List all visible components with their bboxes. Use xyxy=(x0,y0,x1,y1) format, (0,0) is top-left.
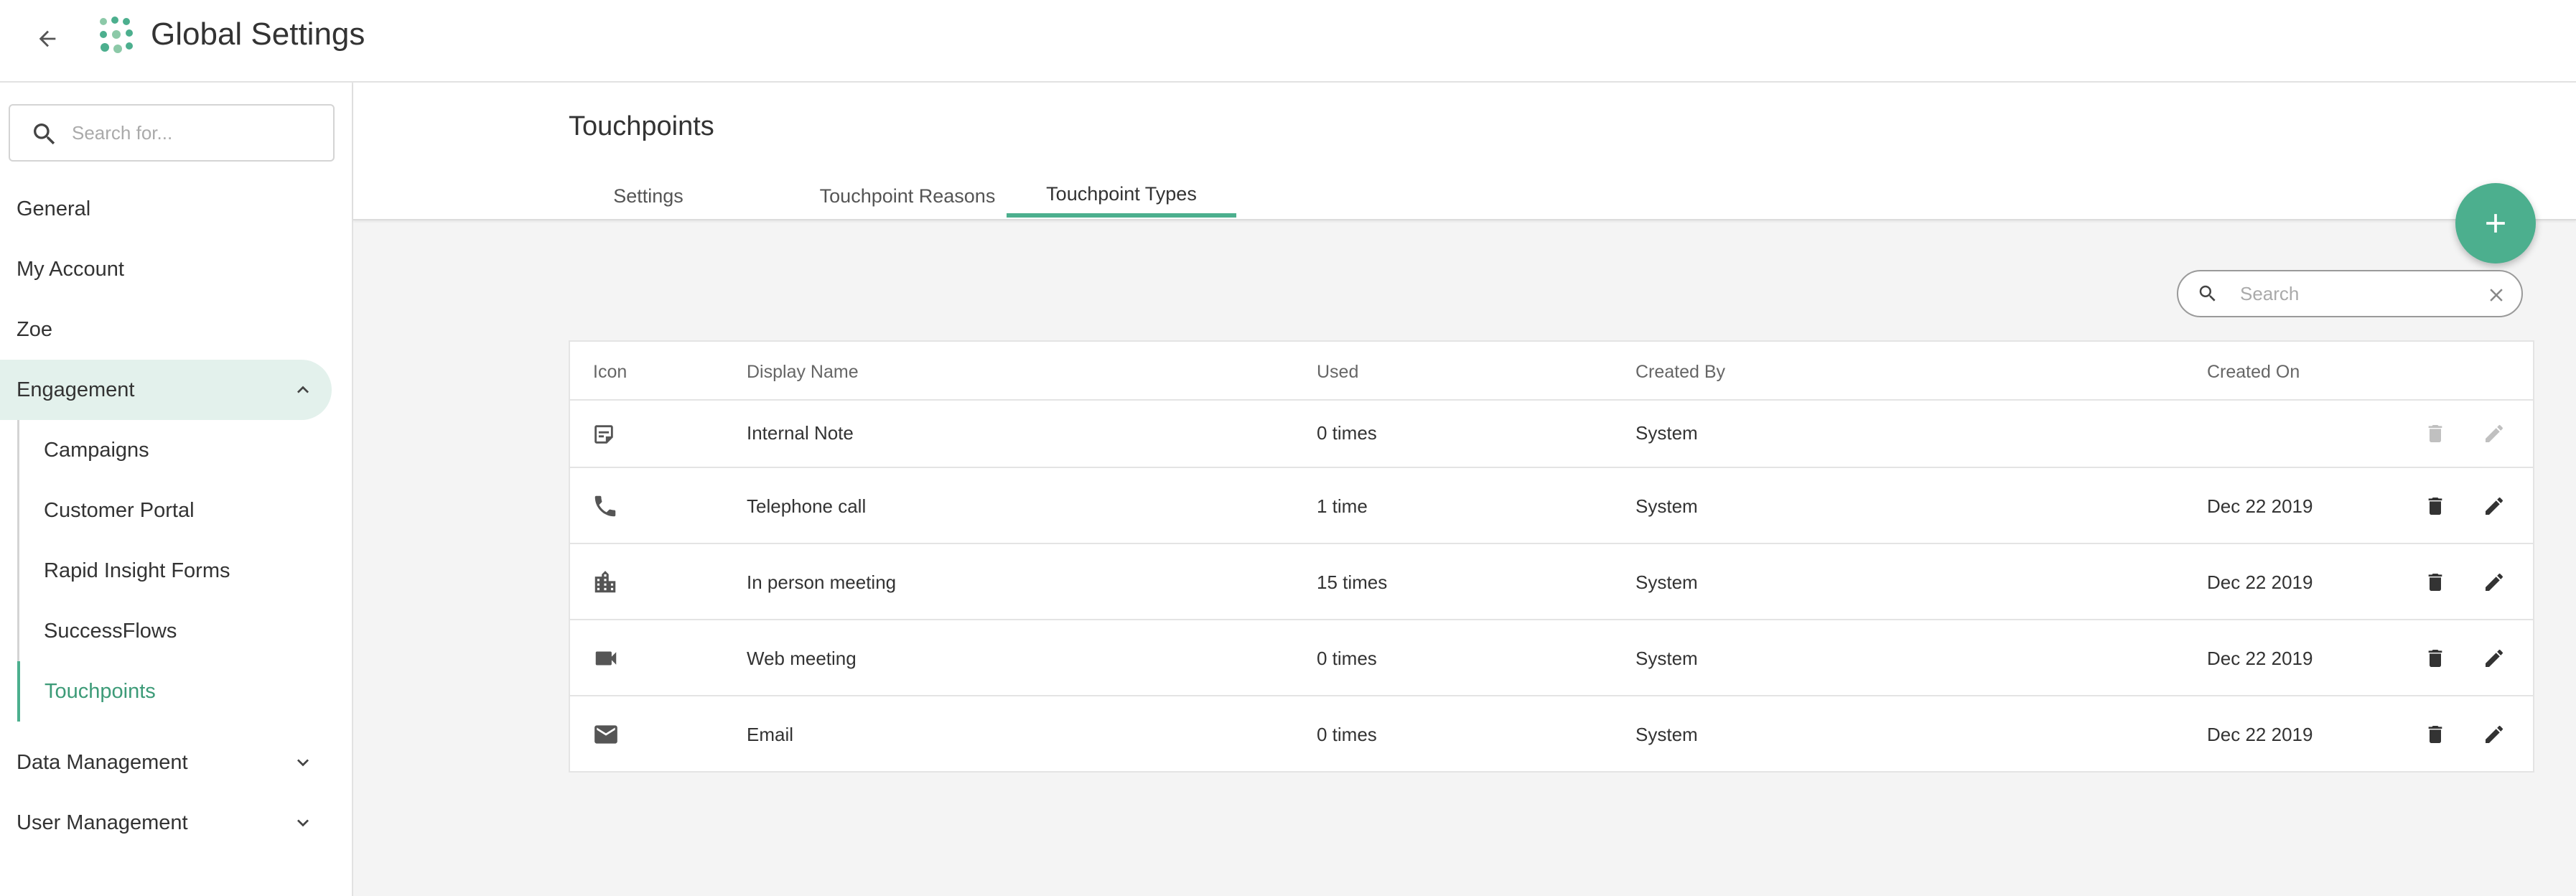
phone-icon xyxy=(594,495,616,517)
sidebar-item-label: Customer Portal xyxy=(44,498,195,522)
row-display-name: In person meeting xyxy=(747,571,897,593)
sidebar-item-general[interactable]: General xyxy=(0,179,332,239)
add-touchpoint-type-button[interactable] xyxy=(2455,183,2536,263)
sidebar-item-label: Rapid Insight Forms xyxy=(44,559,230,582)
email-icon xyxy=(594,725,617,744)
sidebar-item-label: Zoe xyxy=(17,317,52,341)
page-title: Global Settings xyxy=(151,17,365,52)
edit-icon xyxy=(2486,424,2503,442)
row-display-name: Telephone call xyxy=(747,495,867,517)
row-display-name: Email xyxy=(747,724,794,745)
chevron-down-icon xyxy=(297,819,309,827)
section-title: Touchpoints xyxy=(569,111,714,141)
row-display-name: Internal Note xyxy=(747,422,854,444)
note-icon xyxy=(594,425,613,444)
sidebar-item-campaigns[interactable]: Campaigns xyxy=(17,420,333,480)
sidebar: General My Account Zoe Engagement Campai… xyxy=(0,83,353,896)
sidebar-item-data-management[interactable]: Data Management xyxy=(0,732,332,793)
sidebar-item-engagement[interactable]: Engagement xyxy=(0,360,332,420)
arrow-back-icon xyxy=(39,30,56,47)
sidebar-item-zoe[interactable]: Zoe xyxy=(0,299,332,360)
tab-settings[interactable]: Settings xyxy=(569,174,728,218)
clear-search-icon[interactable] xyxy=(2486,284,2507,306)
back-button[interactable] xyxy=(27,19,67,59)
touchpoint-types-table: Icon Display Name Used Created By Create… xyxy=(569,340,2534,773)
plus-icon xyxy=(2486,214,2505,233)
sidebar-item-label: User Management xyxy=(17,811,188,834)
search-icon xyxy=(2199,285,2216,302)
sidebar-item-label: My Account xyxy=(17,257,124,281)
tab-touchpoint-reasons[interactable]: Touchpoint Reasons xyxy=(800,174,1015,218)
delete-icon[interactable] xyxy=(2424,647,2447,670)
sidebar-item-rapid-insight-forms[interactable]: Rapid Insight Forms xyxy=(17,541,333,601)
sidebar-item-label: Campaigns xyxy=(44,438,149,462)
row-used: 0 times xyxy=(1317,422,1377,444)
table-search xyxy=(2177,270,2523,317)
tab-label: Touchpoint Types xyxy=(1046,182,1197,205)
row-used: 0 times xyxy=(1317,724,1377,745)
row-created-by: System xyxy=(1635,648,1698,669)
tab-label: Settings xyxy=(613,185,683,207)
sidebar-search-input[interactable] xyxy=(72,116,323,150)
column-header-created-by: Created By xyxy=(1635,362,1726,382)
sidebar-search xyxy=(9,104,335,162)
sidebar-item-label: General xyxy=(17,197,91,220)
video-camera-icon xyxy=(595,651,617,666)
row-created-on: Dec 22 2019 xyxy=(2207,495,2313,517)
tab-bar: Touchpoints Settings Touchpoint Reasons … xyxy=(353,83,2576,220)
row-created-by: System xyxy=(1635,724,1698,745)
edit-icon[interactable] xyxy=(2483,495,2506,518)
sidebar-item-user-management[interactable]: User Management xyxy=(0,793,332,853)
app-header: Global Settings xyxy=(0,0,2576,83)
column-header-created-on: Created On xyxy=(2207,362,2300,382)
app-logo-icon xyxy=(100,17,133,53)
tab-label: Touchpoint Reasons xyxy=(819,185,996,207)
row-created-on: Dec 22 2019 xyxy=(2207,648,2313,669)
sidebar-item-label: Data Management xyxy=(17,750,188,774)
table-header: Icon Display Name Used Created By Create… xyxy=(570,342,2533,401)
table-row: Telephone call 1 time System Dec 22 2019 xyxy=(570,468,2533,544)
edit-icon[interactable] xyxy=(2483,647,2506,670)
sidebar-item-label: SuccessFlows xyxy=(44,619,177,643)
delete-icon[interactable] xyxy=(2424,723,2447,746)
sidebar-item-label: Engagement xyxy=(17,378,135,401)
row-used: 1 time xyxy=(1317,495,1368,517)
edit-icon[interactable] xyxy=(2483,723,2506,746)
table-row: Email 0 times System Dec 22 2019 xyxy=(570,696,2533,773)
sidebar-item-label: Touchpoints xyxy=(45,679,156,703)
table-row: In person meeting 15 times System Dec 22… xyxy=(570,544,2533,620)
column-header-icon: Icon xyxy=(593,362,627,382)
sidebar-item-successflows[interactable]: SuccessFlows xyxy=(17,601,333,661)
sidebar-item-customer-portal[interactable]: Customer Portal xyxy=(17,480,333,541)
row-created-by: System xyxy=(1635,571,1698,593)
delete-icon xyxy=(2428,425,2442,442)
tab-touchpoint-types[interactable]: Touchpoint Types xyxy=(1007,174,1236,218)
table-row: Web meeting 0 times System Dec 22 2019 xyxy=(570,620,2533,696)
chevron-down-icon xyxy=(297,759,309,767)
search-icon xyxy=(34,123,55,145)
sidebar-item-touchpoints[interactable]: Touchpoints xyxy=(17,661,333,722)
chevron-up-icon xyxy=(297,386,309,393)
sidebar-item-my-account[interactable]: My Account xyxy=(0,239,332,299)
column-header-used: Used xyxy=(1317,362,1359,382)
row-created-by: System xyxy=(1635,422,1698,444)
row-created-on: Dec 22 2019 xyxy=(2207,724,2313,745)
main-content: Touchpoints Settings Touchpoint Reasons … xyxy=(353,83,2576,896)
table-search-input[interactable] xyxy=(2240,279,2477,309)
table-row: Internal Note 0 times System xyxy=(570,401,2533,468)
row-used: 0 times xyxy=(1317,648,1377,669)
delete-icon[interactable] xyxy=(2424,495,2447,518)
delete-icon[interactable] xyxy=(2424,571,2447,594)
row-created-on: Dec 22 2019 xyxy=(2207,571,2313,593)
row-used: 15 times xyxy=(1317,571,1388,593)
building-icon xyxy=(594,571,616,593)
row-display-name: Web meeting xyxy=(747,648,857,669)
edit-icon[interactable] xyxy=(2483,571,2506,594)
column-header-display-name: Display Name xyxy=(747,362,859,382)
row-created-by: System xyxy=(1635,495,1698,517)
